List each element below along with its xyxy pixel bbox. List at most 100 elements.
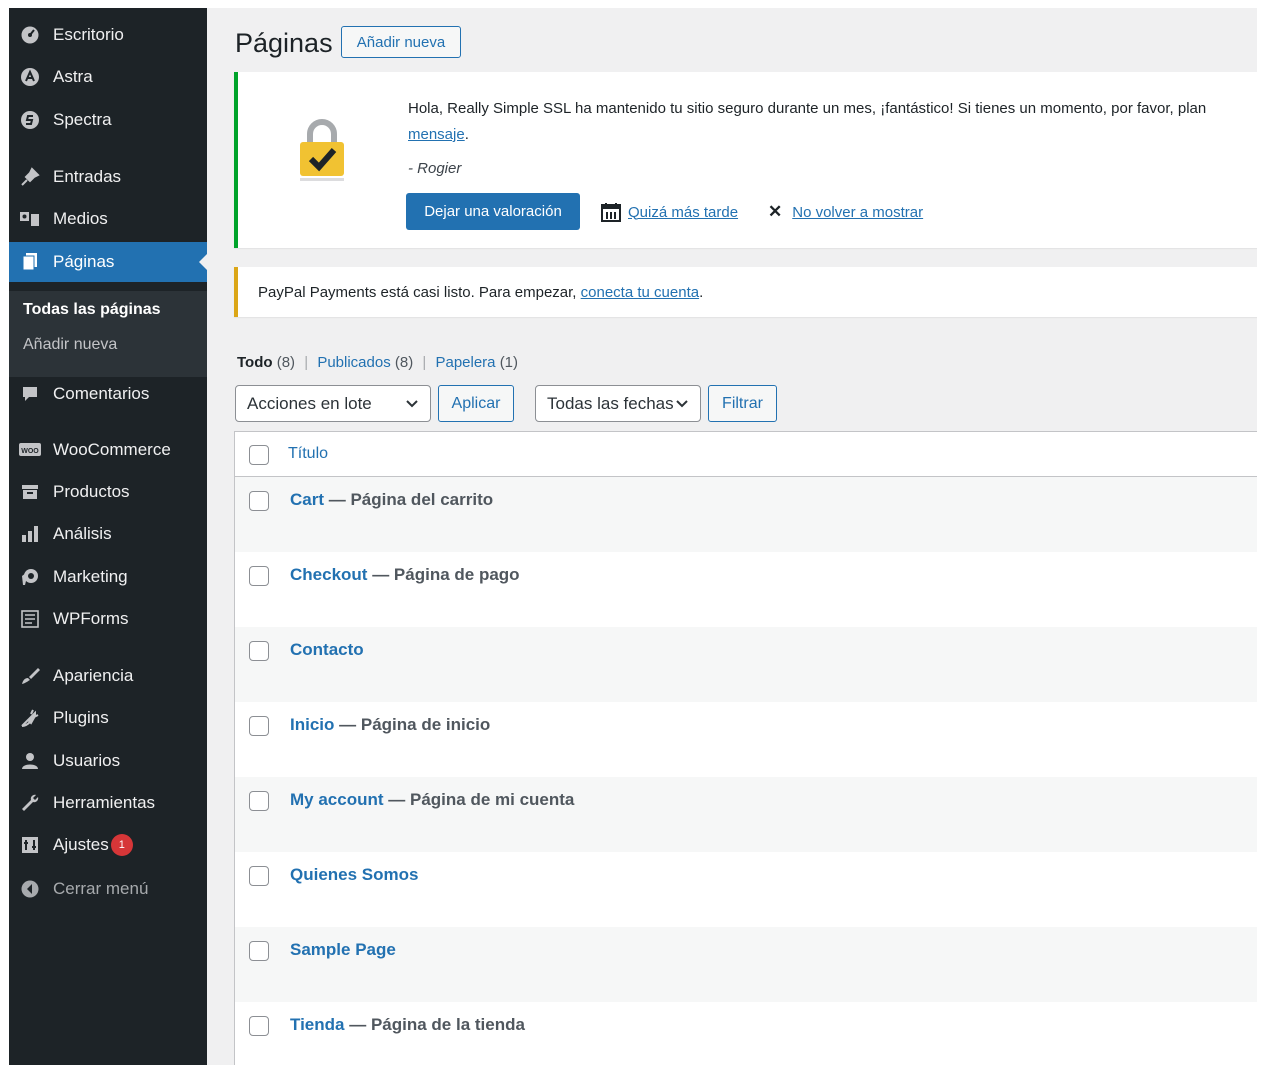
sidebar-label: Ajustes: [53, 835, 109, 854]
sidebar-label: Páginas: [53, 252, 115, 271]
bulk-actions-select[interactable]: Acciones en lote: [235, 385, 431, 422]
sidebar-item-woocommerce[interactable]: WOO WooCommerce: [9, 430, 207, 470]
astra-icon: [19, 66, 41, 88]
sidebar-label: Spectra: [53, 110, 112, 129]
page-title-link[interactable]: Checkout: [290, 565, 367, 584]
row-checkbox[interactable]: [249, 566, 269, 586]
sidebar-item-usuarios[interactable]: Usuarios: [9, 741, 207, 781]
table-header: Título: [235, 432, 1257, 477]
filter-trash[interactable]: Papelera: [435, 354, 495, 371]
paypal-suffix: .: [699, 284, 704, 301]
table-row: Quienes Somos: [235, 852, 1257, 927]
dismiss-link[interactable]: No volver a mostrar: [792, 204, 923, 221]
sidebar-item-analisis[interactable]: Análisis: [9, 514, 207, 554]
select-all-checkbox[interactable]: [249, 445, 269, 465]
ssl-signature: - Rogier: [408, 160, 462, 177]
sidebar-item-herramientas[interactable]: Herramientas: [9, 783, 207, 823]
row-title: My account — Página de mi cuenta: [290, 790, 574, 810]
brush-icon: [19, 665, 41, 687]
dashboard-icon: [19, 24, 41, 46]
media-icon: [19, 208, 41, 230]
table-row: Inicio — Página de inicio: [235, 702, 1257, 777]
row-checkbox[interactable]: [249, 791, 269, 811]
pin-icon: [19, 166, 41, 188]
sidebar-label: Productos: [53, 482, 130, 501]
row-checkbox[interactable]: [249, 716, 269, 736]
filter-button[interactable]: Filtrar: [708, 385, 777, 422]
row-checkbox[interactable]: [249, 866, 269, 886]
connect-account-link[interactable]: conecta tu cuenta: [581, 284, 699, 301]
sidebar-item-productos[interactable]: Productos: [9, 472, 207, 512]
sidebar-label: Medios: [53, 209, 108, 228]
row-checkbox[interactable]: [249, 941, 269, 961]
row-checkbox[interactable]: [249, 1016, 269, 1036]
sidebar-item-apariencia[interactable]: Apariencia: [9, 656, 207, 696]
row-title: Sample Page: [290, 940, 396, 960]
pages-icon: [19, 251, 41, 273]
sidebar-collapse-button[interactable]: Cerrar menú: [9, 869, 207, 909]
table-row: Tienda — Página de la tienda: [235, 1002, 1257, 1065]
sidebar-item-ajustes[interactable]: Ajustes 1: [9, 825, 207, 865]
collapse-icon: [19, 878, 41, 900]
sidebar-item-spectra[interactable]: Spectra: [9, 100, 207, 140]
pages-table: Título Cart — Página del carrito Checkou…: [234, 431, 1257, 1065]
sidebar-label: Entradas: [53, 167, 122, 186]
page-title: Páginas: [235, 28, 333, 58]
submenu-add-new[interactable]: Añadir nueva: [23, 336, 117, 354]
sidebar-item-escritorio[interactable]: Escritorio: [9, 15, 207, 55]
sidebar-item-astra[interactable]: Astra: [9, 57, 207, 97]
dates-select[interactable]: Todas las fechas: [535, 385, 701, 422]
paypal-notice: PayPal Payments está casi listo. Para em…: [234, 267, 1257, 317]
archive-icon: [19, 481, 41, 503]
sidebar-item-paginas[interactable]: Páginas: [9, 242, 207, 282]
chevron-down-icon: [406, 400, 418, 408]
page-title-link[interactable]: My account: [290, 790, 384, 809]
paypal-message: PayPal Payments está casi listo. Para em…: [258, 284, 703, 301]
submenu-all-pages[interactable]: Todas las páginas: [23, 301, 161, 319]
spectra-icon: [19, 109, 41, 131]
later-action[interactable]: Quizá más tarde: [600, 202, 738, 222]
ssl-notice: Hola, Really Simple SSL ha mantenido tu …: [234, 72, 1257, 248]
page-title-link[interactable]: Contacto: [290, 640, 364, 659]
row-checkbox[interactable]: [249, 491, 269, 511]
comment-icon: [19, 383, 41, 405]
title-column-header[interactable]: Título: [288, 445, 328, 463]
rate-button[interactable]: Dejar una valoración: [406, 193, 580, 230]
chart-bar-icon: [19, 523, 41, 545]
page-title-link[interactable]: Sample Page: [290, 940, 396, 959]
table-row: My account — Página de mi cuenta: [235, 777, 1257, 852]
row-title: Cart — Página del carrito: [290, 490, 493, 510]
page-title-link[interactable]: Quienes Somos: [290, 865, 418, 884]
apply-button[interactable]: Aplicar: [438, 385, 514, 422]
pages-submenu: Todas las páginas Añadir nueva: [9, 291, 207, 377]
paypal-text: PayPal Payments está casi listo. Para em…: [258, 284, 581, 301]
sidebar-label: Marketing: [53, 567, 128, 586]
sidebar-label: Escritorio: [53, 25, 124, 44]
woocommerce-icon: WOO: [19, 439, 41, 461]
later-link[interactable]: Quizá más tarde: [628, 204, 738, 221]
filter-published[interactable]: Publicados: [317, 354, 390, 371]
sidebar-item-wpforms[interactable]: WPForms: [9, 599, 207, 639]
row-checkbox[interactable]: [249, 641, 269, 661]
add-new-page-button[interactable]: Añadir nueva: [341, 26, 461, 58]
table-row: Sample Page: [235, 927, 1257, 1002]
filter-trash-count: (1): [499, 354, 519, 371]
sidebar-item-entradas[interactable]: Entradas: [9, 157, 207, 197]
app-frame: Escritorio Astra Spectra Entradas Medios…: [0, 0, 1268, 1065]
message-link[interactable]: mensaje: [408, 126, 465, 143]
sidebar-item-medios[interactable]: Medios: [9, 199, 207, 239]
page-title-link[interactable]: Tienda: [290, 1015, 344, 1034]
sidebar-item-plugins[interactable]: Plugins: [9, 698, 207, 738]
page-title-link[interactable]: Cart: [290, 490, 324, 509]
sidebar-label: Usuarios: [53, 751, 121, 770]
dismiss-action[interactable]: ✕ No volver a mostrar: [768, 202, 923, 222]
filter-published-count: (8): [394, 354, 414, 371]
page-title-link[interactable]: Inicio: [290, 715, 334, 734]
settings-icon: [19, 834, 41, 856]
sidebar-item-comentarios[interactable]: Comentarios: [9, 374, 207, 414]
filter-all-count: (8): [276, 354, 296, 371]
filter-all[interactable]: Todo: [237, 354, 273, 371]
table-row: Contacto: [235, 627, 1257, 702]
sidebar-item-marketing[interactable]: Marketing: [9, 557, 207, 597]
wrench-icon: [19, 792, 41, 814]
